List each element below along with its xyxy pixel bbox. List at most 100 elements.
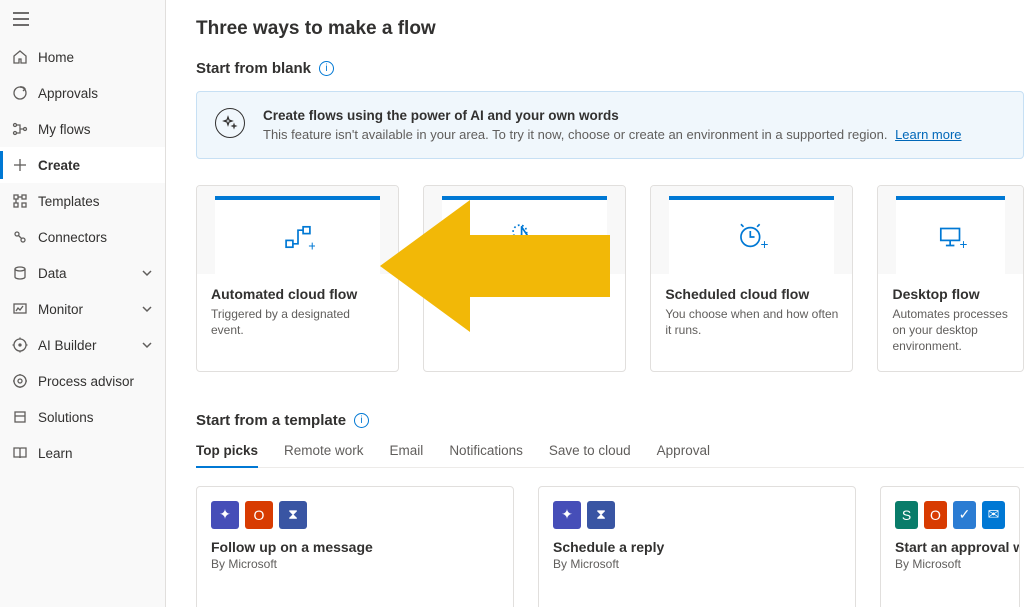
nav-solutions[interactable]: Solutions [0,399,165,435]
myflows-icon [12,121,28,137]
teams-icon: ✦ [211,501,239,529]
home-icon [12,49,28,65]
tab-approval[interactable]: Approval [657,443,710,467]
template-publisher: By Microsoft [211,557,499,571]
blank-flow-cards: + Automated cloud flow Triggered by a de… [196,185,1024,372]
tab-top-picks[interactable]: Top picks [196,443,258,468]
svg-text:+: + [533,235,541,250]
tab-notifications[interactable]: Notifications [449,443,523,467]
card-title: Scheduled cloud flow [665,286,838,302]
outlook-icon: ✉ [982,501,1005,529]
template-icons: ✦ ⧗ [539,487,855,539]
nav-approvals[interactable]: Approvals [0,75,165,111]
card-illustration: + [878,186,1023,274]
office-icon: O [924,501,947,529]
nav-create[interactable]: Create [0,147,165,183]
svg-text:+: + [308,239,315,254]
card-illustration: + [651,186,852,274]
template-title: Follow up on a message [211,539,499,555]
section-label: Start from a template [196,412,346,429]
nav-data[interactable]: Data [0,255,165,291]
banner-body: Create flows using the power of AI and y… [263,108,962,142]
chevron-down-icon [141,339,153,351]
svg-text:+: + [760,237,768,252]
connectors-icon [12,229,28,245]
process-icon [12,373,28,389]
nav-learn[interactable]: Learn [0,435,165,471]
learn-more-link[interactable]: Learn more [895,127,961,142]
chevron-down-icon [141,267,153,279]
hamburger-button[interactable] [0,0,165,33]
nav-label: Create [38,158,153,173]
card-illustration: + [424,186,625,274]
info-icon[interactable]: i [319,61,334,76]
tab-save-to-cloud[interactable]: Save to cloud [549,443,631,467]
banner-title: Create flows using the power of AI and y… [263,108,962,123]
approvals-icon: ✓ [953,501,976,529]
tab-remote-work[interactable]: Remote work [284,443,364,467]
info-icon[interactable]: i [354,413,369,428]
nav-label: AI Builder [38,338,131,353]
card-subtitle: You choose when and how often it runs. [665,306,838,338]
page-title: Three ways to make a flow [196,18,1024,40]
card-automated-cloud-flow[interactable]: + Automated cloud flow Triggered by a de… [196,185,399,372]
template-card[interactable]: S O ✓ ✉ Start an approval when By Micros… [880,486,1020,607]
left-nav: Home Approvals My flows Create Templates… [0,0,166,607]
card-title: Automated cloud flow [211,286,384,302]
nav-connectors[interactable]: Connectors [0,219,165,255]
main-content: Three ways to make a flow Start from bla… [166,0,1024,607]
nav-list: Home Approvals My flows Create Templates… [0,33,165,471]
card-scheduled-cloud-flow[interactable]: + Scheduled cloud flow You choose when a… [650,185,853,372]
template-cards: ✦ O ⧗ Follow up on a message By Microsof… [196,486,1024,607]
nav-templates[interactable]: Templates [0,183,165,219]
data-icon [12,265,28,281]
nav-label: Home [38,50,153,65]
nav-label: Monitor [38,302,131,317]
template-title: Start an approval when [895,539,1005,555]
sparkle-icon [215,108,245,138]
nav-label: Process advisor [38,374,153,389]
card-illustration: + [197,186,398,274]
nav-label: Approvals [38,86,153,101]
nav-label: Templates [38,194,153,209]
nav-label: Learn [38,446,153,461]
card-subtitle: Triggered by a designated event. [211,306,384,338]
nav-process[interactable]: Process advisor [0,363,165,399]
nav-label: Connectors [38,230,153,245]
svg-text:+: + [959,237,967,252]
card-subtitle: Automates processes on your desktop envi… [892,306,1009,355]
card-instant-cloud-flow[interactable]: + [423,185,626,372]
start-template-heading: Start from a template i [196,412,1024,429]
nav-label: My flows [38,122,153,137]
template-publisher: By Microsoft [895,557,1005,571]
timer-icon: ⧗ [279,501,307,529]
section-label: Start from blank [196,60,311,77]
banner-text: This feature isn't available in your are… [263,127,962,142]
ai-icon [12,337,28,353]
template-publisher: By Microsoft [553,557,841,571]
nav-home[interactable]: Home [0,39,165,75]
nav-aibuilder[interactable]: AI Builder [0,327,165,363]
template-card[interactable]: ✦ O ⧗ Follow up on a message By Microsof… [196,486,514,607]
copilot-banner: Create flows using the power of AI and y… [196,91,1024,159]
learn-icon [12,445,28,461]
nav-monitor[interactable]: Monitor [0,291,165,327]
chevron-down-icon [141,303,153,315]
timer-icon: ⧗ [587,501,615,529]
teams-icon: ✦ [553,501,581,529]
templates-icon [12,193,28,209]
start-blank-heading: Start from blank i [196,60,1024,77]
monitor-icon [12,301,28,317]
plus-icon [12,157,28,173]
approvals-icon [12,85,28,101]
tab-email[interactable]: Email [390,443,424,467]
nav-label: Data [38,266,131,281]
template-icons: ✦ O ⧗ [197,487,513,539]
solutions-icon [12,409,28,425]
template-tabs: Top picks Remote work Email Notification… [196,443,1024,468]
template-title: Schedule a reply [553,539,841,555]
nav-myflows[interactable]: My flows [0,111,165,147]
sharepoint-icon: S [895,501,918,529]
template-card[interactable]: ✦ ⧗ Schedule a reply By Microsoft Instan… [538,486,856,607]
card-desktop-flow[interactable]: + Desktop flow Automates processes on yo… [877,185,1024,372]
